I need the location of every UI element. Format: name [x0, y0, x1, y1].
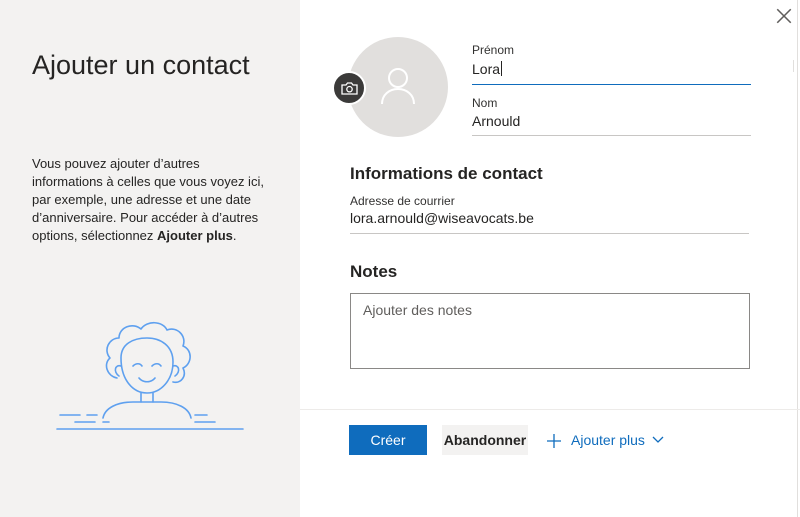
- contact-info-heading: Informations de contact: [350, 164, 543, 183]
- dialog-description: Vous pouvez ajouter d’autres information…: [32, 155, 272, 245]
- create-button[interactable]: Créer: [349, 425, 427, 455]
- add-more-label: Ajouter plus: [571, 432, 645, 448]
- notes-heading: Notes: [350, 262, 398, 281]
- change-photo-button[interactable]: [332, 71, 366, 105]
- last-name-input[interactable]: Arnould: [472, 113, 520, 129]
- camera-icon: [341, 82, 358, 95]
- email-underline: [350, 233, 749, 234]
- chevron-down-icon: [652, 436, 664, 443]
- first-name-value: Lora: [472, 61, 501, 77]
- email-label: Adresse de courrier: [350, 194, 455, 208]
- close-icon[interactable]: [775, 7, 793, 25]
- description-end: .: [232, 228, 237, 243]
- info-panel: Ajouter un contact Vous pouvez ajouter d…: [0, 0, 300, 517]
- first-name-input[interactable]: Lora: [472, 61, 503, 77]
- dialog-title: Ajouter un contact: [32, 50, 250, 80]
- plus-icon: [547, 434, 561, 448]
- last-name-label: Nom: [472, 96, 498, 110]
- first-name-underline: [472, 84, 751, 85]
- notes-placeholder: Ajouter des notes: [363, 302, 472, 318]
- email-input[interactable]: lora.arnould@wiseavocats.be: [350, 210, 534, 226]
- notes-textarea[interactable]: Ajouter des notes: [350, 293, 750, 369]
- person-icon: [381, 68, 415, 105]
- text-caret: [501, 61, 503, 76]
- first-name-label: Prénom: [472, 43, 515, 57]
- scrollbar-thumb[interactable]: [793, 60, 800, 72]
- description-bold-text: Ajouter plus: [157, 228, 233, 243]
- last-name-underline: [472, 135, 751, 136]
- cancel-button[interactable]: Abandonner: [442, 425, 528, 455]
- footer-divider: [300, 409, 800, 410]
- person-illustration: [56, 321, 244, 430]
- scrollbar-track[interactable]: [797, 0, 798, 517]
